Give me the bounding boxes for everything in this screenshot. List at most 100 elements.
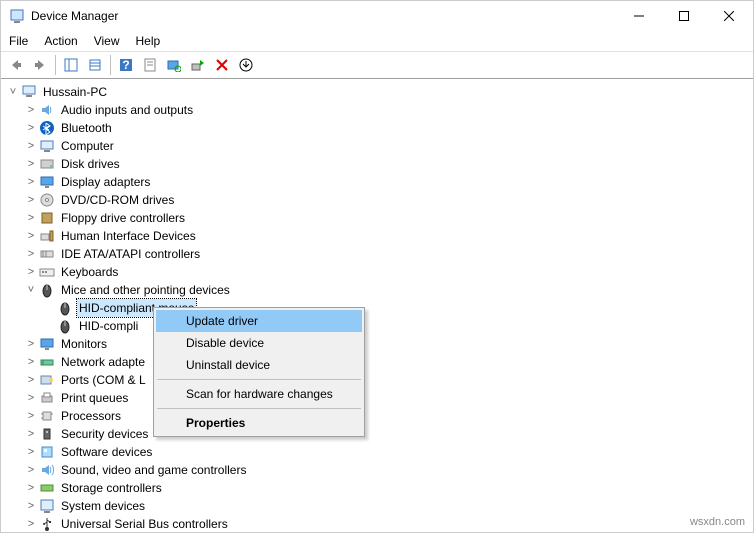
floppy-controllers-icon — [39, 210, 55, 226]
expand-icon[interactable]: > — [23, 354, 39, 370]
tree-label: Keyboards — [59, 263, 120, 281]
expand-icon[interactable]: > — [23, 408, 39, 424]
tree-label: Storage controllers — [59, 479, 164, 497]
menu-separator — [157, 379, 361, 380]
export-list-button[interactable] — [84, 54, 106, 76]
menu-uninstall-device[interactable]: Uninstall device — [156, 354, 362, 376]
tree-item-usb-controllers[interactable]: >Universal Serial Bus controllers — [3, 515, 751, 533]
tree-item-mice[interactable]: ˅ Mice and other pointing devices — [3, 281, 751, 299]
expand-icon[interactable]: > — [23, 138, 39, 154]
monitors-icon — [39, 336, 55, 352]
tree-item-sound-controllers[interactable]: >Sound, video and game controllers — [3, 461, 751, 479]
tree-item-hid-mouse-2[interactable]: HID-compli — [3, 317, 751, 335]
expand-icon[interactable]: > — [23, 156, 39, 172]
expand-icon[interactable]: > — [23, 444, 39, 460]
tree-item-keyboards[interactable]: > Keyboards — [3, 263, 751, 281]
spacer — [41, 318, 57, 334]
svg-text:?: ? — [122, 58, 129, 72]
update-driver-button[interactable] — [187, 54, 209, 76]
tree-item-print-queues[interactable]: >Print queues — [3, 389, 751, 407]
root-label: Hussain-PC — [41, 83, 109, 101]
computer-icon — [21, 84, 37, 100]
help-button[interactable]: ? — [115, 54, 137, 76]
scan-hardware-button[interactable] — [163, 54, 185, 76]
minimize-button[interactable] — [616, 1, 661, 31]
tree-label: IDE ATA/ATAPI controllers — [59, 245, 202, 263]
expand-icon[interactable]: > — [23, 390, 39, 406]
tree-item-ide-controllers[interactable]: > IDE ATA/ATAPI controllers — [3, 245, 751, 263]
tree-item-ports[interactable]: > Ports (COM & L — [3, 371, 751, 389]
tree-label: Security devices — [59, 425, 150, 443]
collapse-icon[interactable]: ˅ — [23, 282, 39, 298]
expand-icon[interactable]: > — [23, 426, 39, 442]
show-hide-console-button[interactable] — [60, 54, 82, 76]
expand-icon[interactable]: > — [23, 246, 39, 262]
expand-icon[interactable]: > — [23, 120, 39, 136]
bluetooth-icon — [39, 120, 55, 136]
expand-icon[interactable]: > — [23, 102, 39, 118]
expand-icon[interactable]: > — [23, 516, 39, 532]
tree-item-monitors[interactable]: >Monitors — [3, 335, 751, 353]
watermark: wsxdn.com — [690, 516, 745, 528]
tree-label: Mice and other pointing devices — [59, 281, 232, 299]
uninstall-button[interactable] — [235, 54, 257, 76]
security-devices-icon — [39, 426, 55, 442]
back-button[interactable] — [5, 54, 27, 76]
expand-icon[interactable]: > — [23, 264, 39, 280]
tree-item-dvd-drives[interactable]: >DVD/CD-ROM drives — [3, 191, 751, 209]
tree-item-system-devices[interactable]: >System devices — [3, 497, 751, 515]
close-button[interactable] — [706, 1, 751, 31]
expand-icon[interactable]: > — [23, 372, 39, 388]
menu-help[interactable]: Help — [136, 34, 161, 48]
menu-separator — [157, 408, 361, 409]
display-adapters-icon — [39, 174, 55, 190]
expand-icon[interactable]: > — [23, 174, 39, 190]
tree-label: Human Interface Devices — [59, 227, 198, 245]
tree-item-computer[interactable]: > Computer — [3, 137, 751, 155]
audio-inputs-icon — [39, 102, 55, 118]
menu-file[interactable]: File — [9, 34, 28, 48]
collapse-icon[interactable]: ˅ — [5, 84, 21, 100]
menu-scan-hardware[interactable]: Scan for hardware changes — [156, 383, 362, 405]
expand-icon[interactable]: > — [23, 336, 39, 352]
tree-item-hid-mouse-1[interactable]: HID-compliant mouse — [3, 299, 751, 317]
tree-item-security-devices[interactable]: > Security devices — [3, 425, 751, 443]
menu-action[interactable]: Action — [44, 34, 77, 48]
expand-icon[interactable]: > — [23, 228, 39, 244]
tree-item-processors[interactable]: >Processors — [3, 407, 751, 425]
expand-icon[interactable]: > — [23, 480, 39, 496]
expand-icon[interactable]: > — [23, 462, 39, 478]
tree-item-storage-controllers[interactable]: > Storage controllers — [3, 479, 751, 497]
disable-button[interactable] — [211, 54, 233, 76]
tree-item-bluetooth[interactable]: >Bluetooth — [3, 119, 751, 137]
menu-update-driver[interactable]: Update driver — [156, 310, 362, 332]
menu-properties-label: Properties — [186, 416, 245, 430]
storage-controllers-icon — [39, 480, 55, 496]
menu-properties[interactable]: Properties — [156, 412, 362, 434]
maximize-button[interactable] — [661, 1, 706, 31]
context-menu: Update driver Disable device Uninstall d… — [153, 307, 365, 437]
expand-icon[interactable]: > — [23, 210, 39, 226]
tree-label: Computer — [59, 137, 116, 155]
tree-item-audio-inputs[interactable]: >Audio inputs and outputs — [3, 101, 751, 119]
tree-item-software-devices[interactable]: >Software devices — [3, 443, 751, 461]
menu-disable-device[interactable]: Disable device — [156, 332, 362, 354]
tree-item-display-adapters[interactable]: >Display adapters — [3, 173, 751, 191]
expand-icon[interactable]: > — [23, 192, 39, 208]
tree-item-floppy-controllers[interactable]: > Floppy drive controllers — [3, 209, 751, 227]
software-devices-icon — [39, 444, 55, 460]
device-tree[interactable]: ˅ Hussain-PC >Audio inputs and outputs>B… — [1, 79, 753, 537]
tree-label: Floppy drive controllers — [59, 209, 187, 227]
network-adapters-icon — [39, 354, 55, 370]
dvd-drives-icon — [39, 192, 55, 208]
tree-item-network-adapters[interactable]: >Network adapte — [3, 353, 751, 371]
tree-root[interactable]: ˅ Hussain-PC — [3, 83, 751, 101]
forward-button[interactable] — [29, 54, 51, 76]
menu-view[interactable]: View — [94, 34, 120, 48]
computer-icon — [39, 138, 55, 154]
tree-item-disk-drives[interactable]: >Disk drives — [3, 155, 751, 173]
tree-label: Ports (COM & L — [59, 371, 148, 389]
tree-item-hid-devices[interactable]: > Human Interface Devices — [3, 227, 751, 245]
properties-button[interactable] — [139, 54, 161, 76]
expand-icon[interactable]: > — [23, 498, 39, 514]
